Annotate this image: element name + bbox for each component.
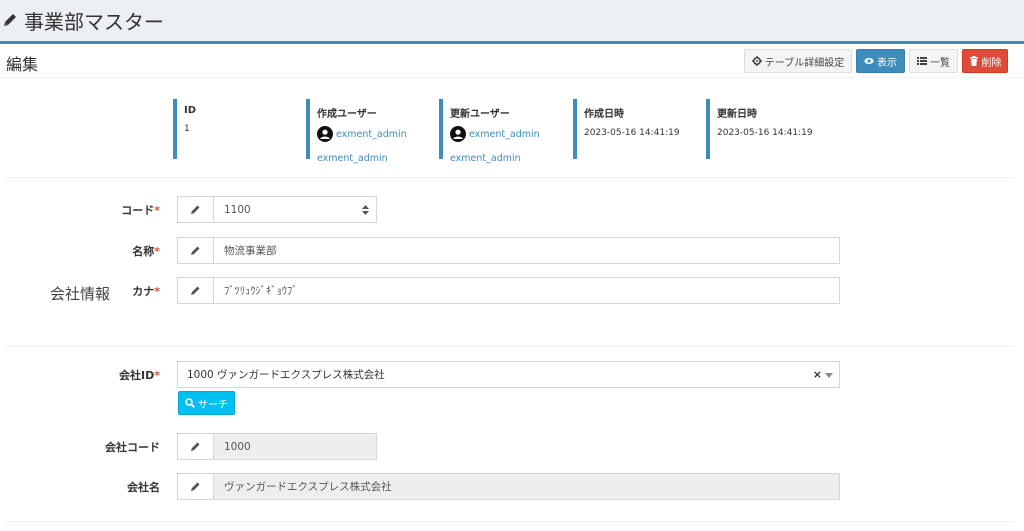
- clear-selection-button[interactable]: ×: [813, 368, 822, 381]
- info-id-label: ID: [184, 105, 197, 116]
- info-id-value: 1: [184, 124, 190, 134]
- info-created-at: 作成日時 2023-05-16 14:41:19: [573, 99, 680, 159]
- edit-box: 編集 テーブル詳細設定 表示 一覧 削除 ID 1 作成ユーザー exment_…: [0, 41, 1024, 531]
- code-label-text: コード: [121, 204, 155, 217]
- company-name-input: ヴァンガードエクスプレス株式会社: [214, 474, 839, 499]
- eye-icon: [864, 58, 874, 64]
- info-updated-user: 更新ユーザー exment_admin exment_admin: [439, 99, 540, 164]
- info-created-user: 作成ユーザー exment_admin exment_admin: [306, 99, 407, 164]
- company-name-input-group: ヴァンガードエクスプレス株式会社: [177, 473, 840, 500]
- info-updated-user-label: 更新ユーザー: [450, 109, 510, 120]
- box-header: 編集 テーブル詳細設定 表示 一覧 削除: [0, 44, 1024, 78]
- search-button[interactable]: サーチ: [178, 391, 235, 415]
- info-updated-at: 更新日時 2023-05-16 14:41:19: [706, 99, 813, 159]
- required-mark: *: [154, 245, 160, 258]
- info-created-user-label: 作成ユーザー: [317, 109, 377, 120]
- company-code-input-group: 1000: [177, 433, 377, 460]
- company-code-addon: [178, 434, 214, 459]
- kana-label-text: カナ: [132, 285, 155, 298]
- created-user-link-2[interactable]: exment_admin: [317, 153, 388, 164]
- delete-label: 削除: [981, 57, 1002, 69]
- search-button-label: サーチ: [198, 399, 228, 411]
- required-mark: *: [154, 285, 160, 298]
- divider: [6, 177, 1014, 178]
- name-addon: [178, 238, 214, 263]
- info-created-at-value: 2023-05-16 14:41:19: [584, 128, 680, 138]
- info-id: ID 1: [173, 99, 196, 159]
- spinner-arrows-icon: [361, 204, 369, 215]
- code-label: コード*: [0, 202, 160, 218]
- updated-user-link[interactable]: exment_admin: [469, 129, 540, 140]
- kana-input-group: ﾌﾞﾂﾘｭｳｼﾞｷﾞｮｳﾌﾞ: [177, 277, 840, 304]
- company-id-value: 1000 ヴァンガードエクスプレス株式会社: [187, 369, 385, 381]
- name-label-text: 名称: [132, 245, 155, 258]
- page-title: 事業部マスター: [24, 9, 164, 34]
- user-avatar-icon: [450, 126, 466, 142]
- pencil-icon: [4, 14, 16, 26]
- user-avatar-icon: [317, 126, 333, 142]
- list-label: 一覧: [930, 57, 950, 69]
- pencil-icon: [191, 482, 200, 491]
- trash-icon: [969, 56, 978, 66]
- gear-icon: [751, 56, 762, 66]
- company-code-label-text: 会社コード: [105, 441, 160, 454]
- number-spinner[interactable]: [354, 197, 376, 222]
- company-name-label-text: 会社名: [127, 481, 160, 494]
- code-addon: [178, 197, 214, 222]
- pencil-icon: [191, 246, 200, 255]
- updated-user-link-2[interactable]: exment_admin: [450, 153, 521, 164]
- pencil-icon: [191, 205, 200, 214]
- search-icon: [185, 398, 195, 408]
- info-updated-at-label: 更新日時: [717, 109, 757, 120]
- divider: [6, 521, 1014, 522]
- list-button[interactable]: 一覧: [909, 49, 958, 73]
- company-code-label: 会社コード: [0, 439, 160, 455]
- divider: [6, 346, 1014, 347]
- pencil-icon: [191, 442, 200, 451]
- required-mark: *: [154, 369, 160, 382]
- company-name-addon: [178, 474, 214, 499]
- show-label: 表示: [877, 57, 897, 69]
- created-user-link[interactable]: exment_admin: [336, 129, 407, 140]
- company-name-label: 会社名: [0, 479, 160, 495]
- box-title: 編集: [6, 55, 39, 74]
- section-title: 会社情報: [50, 285, 111, 303]
- kana-addon: [178, 278, 214, 303]
- table-settings-label: テーブル詳細設定: [764, 57, 845, 69]
- company-id-label: 会社ID*: [0, 367, 160, 383]
- kana-input[interactable]: ﾌﾞﾂﾘｭｳｼﾞｷﾞｮｳﾌﾞ: [214, 278, 839, 303]
- company-id-label-text: 会社ID: [119, 369, 155, 382]
- info-created-at-label: 作成日時: [584, 109, 624, 120]
- required-mark: *: [154, 204, 160, 217]
- page-header: 事業部マスター: [0, 0, 1024, 40]
- chevron-down-icon[interactable]: [825, 373, 833, 378]
- info-updated-at-value: 2023-05-16 14:41:19: [717, 128, 813, 138]
- show-button[interactable]: 表示: [856, 49, 905, 73]
- name-input-group: 物流事業部: [177, 237, 840, 264]
- delete-button[interactable]: 削除: [962, 49, 1008, 73]
- company-id-select[interactable]: 1000 ヴァンガードエクスプレス株式会社 ×: [177, 361, 840, 388]
- pencil-icon: [191, 286, 200, 295]
- company-code-input: 1000: [214, 434, 376, 459]
- name-input[interactable]: 物流事業部: [214, 238, 839, 263]
- table-settings-button[interactable]: テーブル詳細設定: [744, 49, 852, 73]
- name-label: 名称*: [0, 243, 160, 259]
- code-input-group: 1100: [177, 196, 377, 223]
- code-input[interactable]: 1100: [214, 197, 354, 222]
- list-icon: [917, 57, 927, 65]
